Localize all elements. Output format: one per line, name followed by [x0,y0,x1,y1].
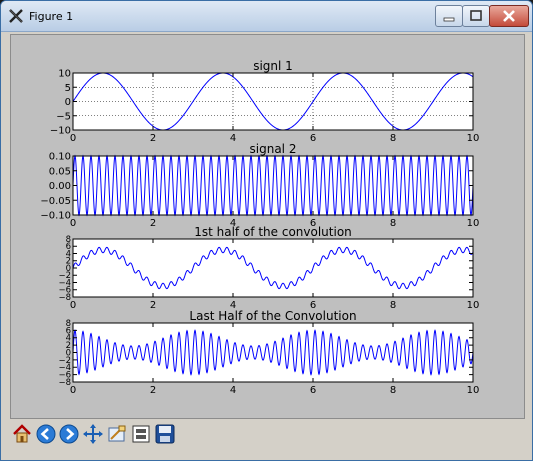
x-tick-label: 10 [467,133,480,144]
zoom-button[interactable] [106,423,128,445]
arrow-right-icon [59,424,79,444]
x-tick-label: 2 [150,218,156,229]
y-tick-label: 0.10 [49,152,71,163]
subplot-4: 0 2 4 6 8 1086420−2−4−6−8Last Half of the Con… [58,309,479,396]
subplot-title: 1st half of the convolution [194,225,352,239]
maximize-icon [470,10,482,21]
title-bar[interactable]: Figure 1 [1,1,532,32]
minimize-button[interactable] [435,5,463,27]
y-tick-label: −8 [58,293,71,303]
close-icon [503,10,515,22]
pan-button[interactable] [82,423,104,445]
x-tick-label: 2 [150,300,156,311]
home-icon [13,424,31,443]
subplot-title: signal 2 [250,142,297,156]
window-title: Figure 1 [29,10,74,23]
move-arrows-icon [83,424,103,444]
plots-canvas: 0 2 4 6 8 101050−5−10signl 10 2 4 6 8 100.100.050.… [40,59,479,396]
subplot-title: signl 1 [253,59,293,73]
x-tick-label: 8 [390,218,396,229]
y-tick-label: 0 [65,97,71,108]
home-button[interactable] [11,423,33,445]
x-tick-label: 2 [150,133,156,144]
subplots-icon [132,425,150,443]
subplots-button[interactable] [130,423,152,445]
subplot-2: 0 2 4 6 8 100.100.050.00−0.05−0.10signal 2 [40,142,479,229]
navigation-toolbar [8,422,525,450]
back-button[interactable] [35,423,57,445]
y-tick-label: −0.10 [40,211,71,222]
x-tick-label: 8 [390,300,396,311]
minimize-icon [443,17,455,22]
subplot-3: 0 2 4 6 8 1086420−2−4−6−81st half of the conv… [58,225,479,311]
x-tick-label: 4 [230,133,236,144]
y-tick-label: −5 [56,111,71,122]
x-tick-label: 2 [150,385,156,396]
y-tick-label: 0.00 [49,181,71,192]
subplot-1: 0 2 4 6 8 101050−5−10signl 1 [50,59,479,144]
y-tick-label: 5 [65,83,71,94]
x-tick-label: 10 [467,218,480,229]
y-tick-label: −0.05 [40,196,71,207]
y-tick-label: 0.05 [49,166,71,177]
figure-window: Figure 1 0 2 4 6 8 10 10 5 0 −5 −10 signl 1 0 2 4 6 8 10 0… [0,0,533,461]
figure-canvas[interactable]: 0 2 4 6 8 10 10 5 0 −5 −10 signl 1 0 2 4 6 8 10 0.10 0.05 0.… [10,34,525,419]
x-tick-label: 6 [310,385,316,396]
maximize-button[interactable] [462,5,490,27]
x-tick-label: 8 [390,385,396,396]
save-button[interactable] [154,423,176,445]
y-tick-label: −8 [58,378,71,388]
arrow-left-icon [36,424,56,444]
x-tick-label: 6 [310,133,316,144]
y-tick-label: −10 [50,126,71,137]
x-tick-label: 4 [230,385,236,396]
app-icon [9,9,23,23]
x-tick-label: 10 [467,300,480,311]
zoom-rect-icon [108,425,126,442]
floppy-disk-icon [155,424,175,444]
subplot-title: Last Half of the Convolution [189,309,356,323]
x-tick-label: 8 [390,133,396,144]
x-tick-label: 10 [467,385,480,396]
close-button[interactable] [489,5,529,27]
y-tick-label: 10 [58,69,71,80]
forward-button[interactable] [58,423,80,445]
